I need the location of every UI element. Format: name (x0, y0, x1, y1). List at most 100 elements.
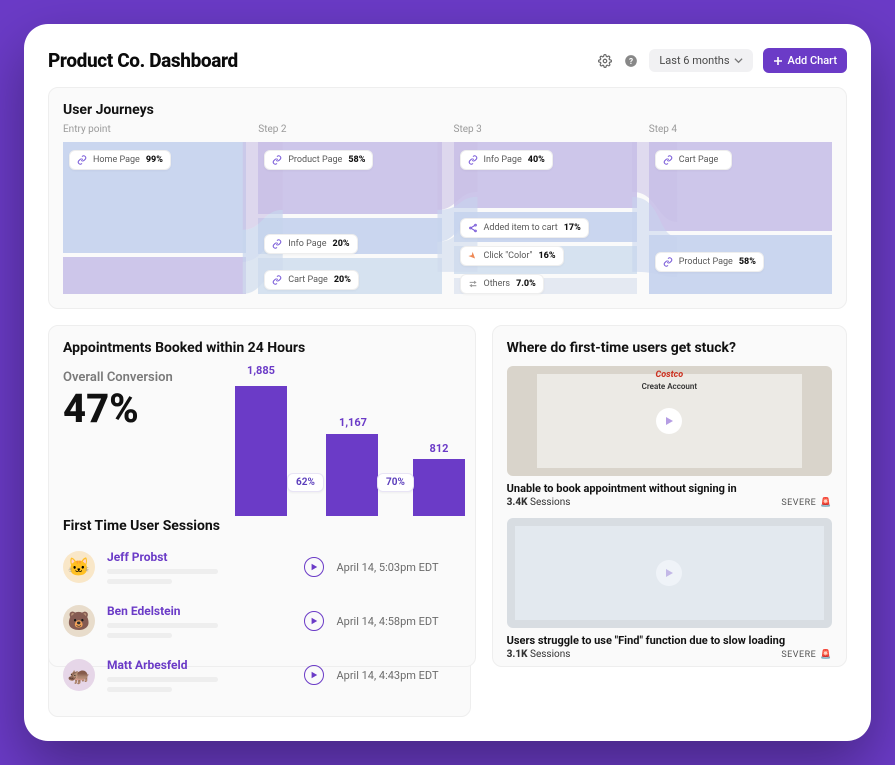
chip-label: Info Page (288, 239, 326, 249)
insight-title: Unable to book appointment without signi… (507, 482, 832, 495)
chip-pct: 20% (333, 239, 350, 249)
chip-label: Click "Color" (484, 251, 533, 261)
step-label: Step 2 (258, 124, 441, 135)
skeleton-line (107, 569, 218, 574)
journey-chip-cart2[interactable]: Cart Page (655, 150, 733, 170)
insight-sessions: 3.1K Sessions (507, 649, 571, 660)
insight-video-2[interactable] (507, 518, 832, 628)
session-time: April 14, 4:43pm EDT (336, 669, 456, 682)
chip-pct: 20% (334, 275, 351, 285)
journey-col-step2: Step 2 Product Page 58% Info Page 20% (258, 124, 441, 294)
bar-label: 1,167 (339, 416, 367, 429)
user-journeys-panel: User Journeys Entry point (48, 87, 847, 309)
bar (326, 434, 378, 516)
bar-label: 812 (430, 442, 449, 455)
bar-label: 1,885 (247, 364, 275, 377)
skeleton-line (107, 687, 172, 692)
conversion-label: Overall Conversion (63, 370, 193, 385)
step-label: Step 4 (649, 124, 832, 135)
appointments-chart[interactable]: 1,885 1,167 812 62% 70% (213, 366, 461, 516)
session-user-name: Ben Edelstein (107, 604, 292, 618)
period-label: Last 6 months (659, 54, 729, 67)
chip-label: Product Page (679, 257, 733, 267)
help-icon[interactable]: ? (623, 53, 639, 69)
avatar: 🐻 (63, 605, 95, 637)
gear-icon[interactable] (597, 53, 613, 69)
insight-video-1[interactable]: Costco Create Account (507, 366, 832, 476)
insight-title: Users struggle to use "Find" function du… (507, 634, 832, 647)
chip-pct: 40% (528, 155, 545, 165)
header: Product Co. Dashboard ? Last 6 months Ad… (48, 48, 847, 73)
journey-chip-home[interactable]: Home Page 99% (69, 150, 171, 170)
link-icon (272, 275, 282, 285)
session-user-name: Jeff Probst (107, 550, 292, 564)
session-time: April 14, 4:58pm EDT (336, 615, 456, 628)
severity-badge: SEVERE🚨 (781, 498, 832, 508)
chip-label: Cart Page (679, 155, 719, 165)
play-button[interactable] (304, 665, 324, 685)
link-icon (77, 155, 87, 165)
chip-label: Product Page (288, 155, 342, 165)
click-icon (468, 251, 478, 261)
share-icon (468, 223, 478, 233)
chip-label: Others (484, 279, 511, 289)
chip-label: Cart Page (288, 275, 328, 285)
journey-block (63, 257, 246, 294)
journey-chip-info[interactable]: Info Page 20% (264, 234, 357, 254)
step-label: Entry point (63, 124, 246, 135)
insights-title: Where do first-time users get stuck? (507, 340, 832, 356)
add-chart-label: Add Chart (788, 54, 837, 67)
bar (235, 386, 287, 516)
thumb-sub: Create Account (642, 382, 697, 391)
transition-badge: 62% (287, 473, 324, 492)
link-icon (468, 155, 478, 165)
header-actions: ? Last 6 months Add Chart (597, 48, 847, 73)
journey-chip-product[interactable]: Product Page 58% (264, 150, 373, 170)
journey-col-entry: Entry point Home Page 99% (63, 124, 246, 294)
journey-chip-cart[interactable]: Cart Page 20% (264, 270, 359, 290)
skeleton-line (107, 623, 218, 628)
skeleton-line (107, 677, 218, 682)
journey-chip-info2[interactable]: Info Page 40% (460, 150, 553, 170)
chip-label: Home Page (93, 155, 140, 165)
appointments-title: Appointments Booked within 24 Hours (63, 340, 461, 356)
avatar: 🐱 (63, 551, 95, 583)
chip-pct: 17% (564, 223, 581, 233)
chip-label: Info Page (484, 155, 522, 165)
svg-text:?: ? (629, 55, 633, 65)
thumb-brand: Costco (656, 370, 684, 380)
journey-chip-click[interactable]: Click "Color" 16% (460, 246, 564, 266)
chip-label: Added item to cart (484, 223, 558, 233)
bar (413, 459, 465, 516)
chip-pct: 7.0% (516, 279, 536, 289)
dashboard-app: Product Co. Dashboard ? Last 6 months Ad… (24, 24, 871, 741)
journey-chip-added[interactable]: Added item to cart 17% (460, 218, 589, 238)
arrows-icon (468, 279, 478, 289)
link-icon (663, 257, 673, 267)
severity-badge: SEVERE🚨 (781, 650, 832, 660)
insights-panel: Where do first-time users get stuck? Cos… (492, 325, 847, 667)
user-journeys-chart[interactable]: Entry point Home Page 99% Step 2 (63, 124, 832, 294)
journey-chip-others[interactable]: Others 7.0% (460, 274, 544, 294)
link-icon (272, 155, 282, 165)
link-icon (663, 155, 673, 165)
chip-pct: 58% (739, 257, 756, 267)
transition-badge: 70% (377, 473, 414, 492)
skeleton-line (107, 579, 172, 584)
insight-sessions: 3.4K Sessions (507, 497, 571, 508)
conversion-pct: 47% (63, 389, 193, 429)
page-title: Product Co. Dashboard (48, 49, 238, 72)
journey-col-step3: Step 3 Info Page 40% Added item to cart … (454, 124, 637, 294)
session-user-name: Matt Arbesfeld (107, 658, 292, 672)
alarm-icon: 🚨 (820, 650, 832, 660)
journey-chip-product2[interactable]: Product Page 58% (655, 252, 764, 272)
chip-pct: 99% (146, 155, 163, 165)
add-chart-button[interactable]: Add Chart (763, 48, 847, 73)
chip-pct: 58% (348, 155, 365, 165)
chevron-down-icon (734, 56, 743, 65)
plus-icon (773, 56, 783, 66)
link-icon (272, 239, 282, 249)
step-label: Step 3 (454, 124, 637, 135)
avatar: 🦛 (63, 659, 95, 691)
period-select[interactable]: Last 6 months (649, 49, 752, 72)
